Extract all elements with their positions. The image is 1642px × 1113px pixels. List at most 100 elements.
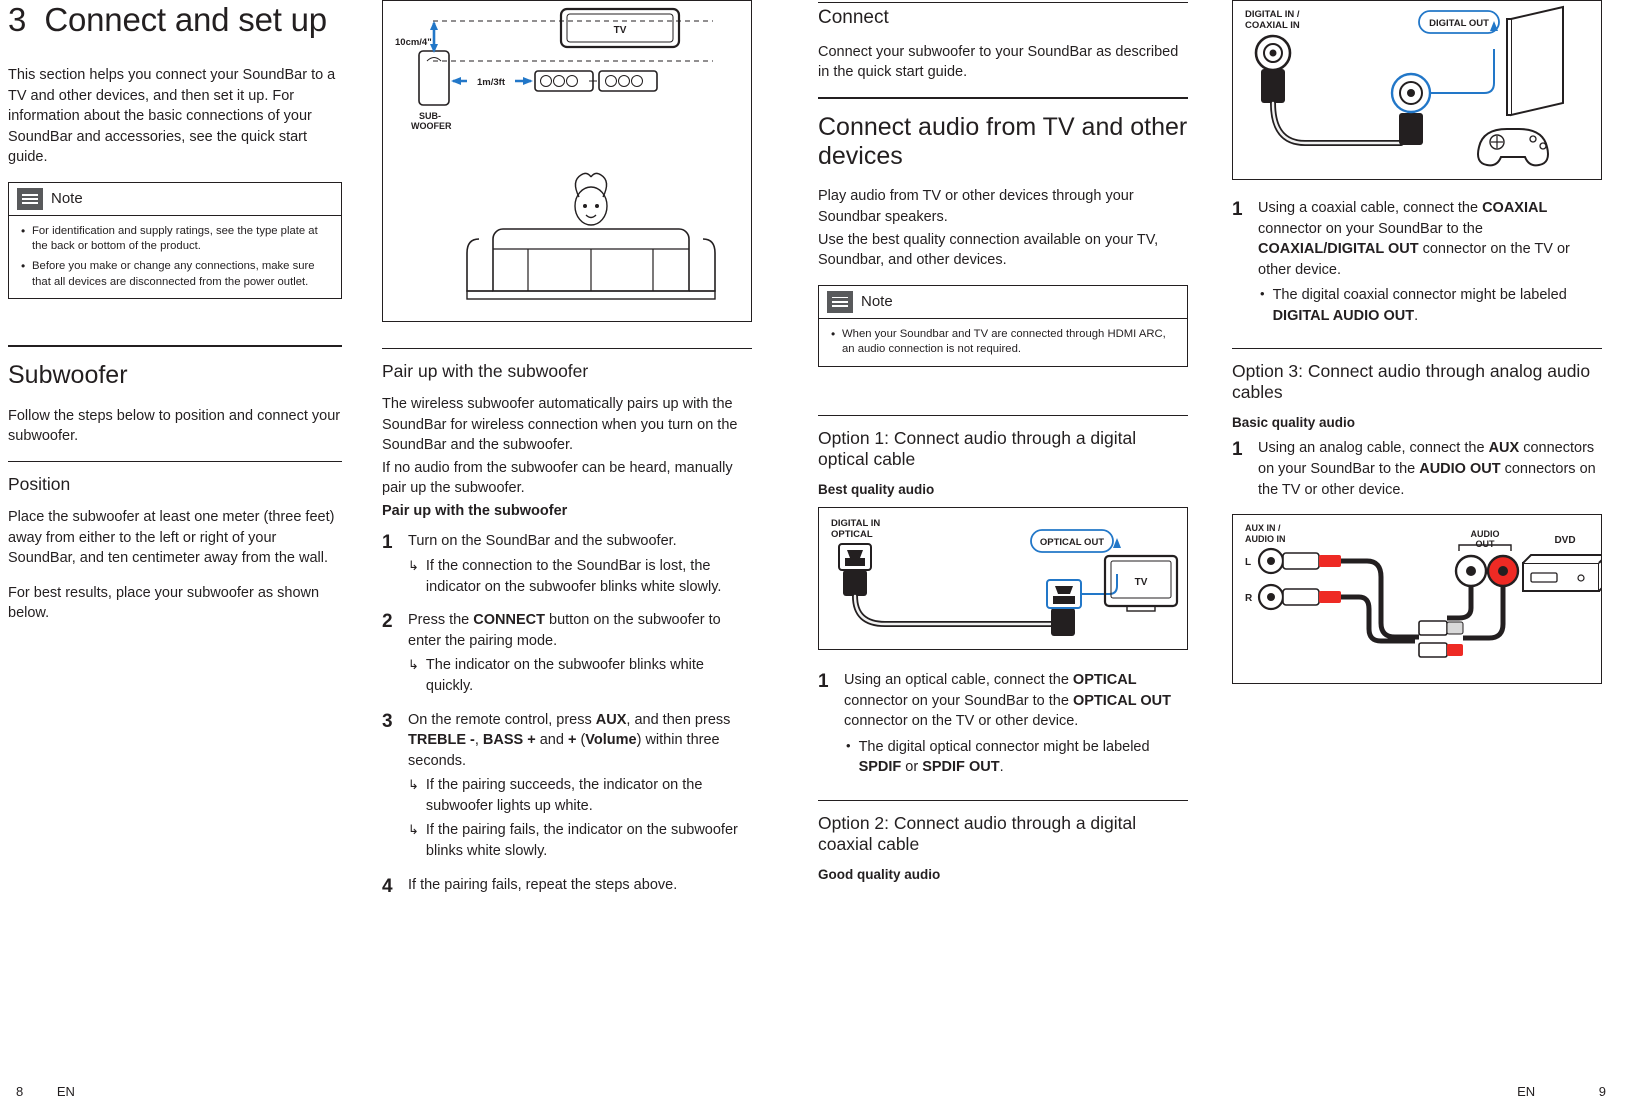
column-one: 3 Connect and set up This section helps … [8,0,382,1113]
step-number: 4 [382,875,393,897]
page-number: 8 [16,1084,24,1099]
step-number: 3 [382,710,393,732]
step-result-text: If the connection to the SoundBar is los… [425,558,722,595]
note-item: Before you make or change any connection… [19,258,331,290]
intro-paragraph: This section helps you connect your Soun… [8,66,336,166]
chapter-number: 3 [8,1,27,38]
note-title: Note [861,293,893,311]
svg-text:TV: TV [614,25,627,36]
note-item: For identification and supply ratings, s… [19,223,331,255]
step-text: Using a coaxial cable, connect the COAXI… [1258,200,1570,278]
figure-analog-connection: AUX IN / AUDIO IN L R AUDIO OUT DVD [1232,514,1602,685]
note-list: When your Soundbar and TV are connected … [829,326,1177,358]
column-three: Connect Connect your subwoofer to your S… [818,0,1228,1113]
pair-paragraph-2: If no audio from the subwoofer can be he… [382,459,733,497]
svg-text:OPTICAL: OPTICAL [831,529,873,540]
subsection-option-1: Option 1: Connect audio through a digita… [818,414,1188,470]
step-result: ↳ If the pairing succeeds, the indicator… [408,775,752,816]
step-text: Using an analog cable, connect the AUX c… [1258,440,1596,498]
step-number: 1 [1232,199,1243,220]
figure-subwoofer-placement: TV 10cm/4" 1m/3ft SUB- WOOFER [382,0,752,322]
step-text: On the remote control, press AUX, and th… [408,711,731,769]
option-1-quality: Best quality audio [818,481,935,497]
option-2-quality: Good quality audio [818,866,941,882]
note-box-identification: Note For identification and supply ratin… [8,181,342,300]
step-number: 2 [382,611,393,633]
step-text: Turn on the SoundBar and the subwoofer. [408,533,677,550]
step-number: 1 [1232,439,1243,461]
arrow-icon: ↳ [408,657,419,673]
note-title: Note [51,190,83,208]
step-note: • The digital coaxial connector might be… [1258,285,1602,326]
note-icon [827,290,853,313]
step-item: 2 Press the CONNECT button on the subwoo… [382,610,752,696]
svg-text:10cm/4": 10cm/4" [395,37,432,48]
svg-text:SUB-: SUB- [419,111,441,121]
subsection-pair-up: Pair up with the subwoofer [382,348,752,382]
subsection-option-3: Option 3: Connect audio through analog a… [1232,348,1602,403]
note-header: Note [819,285,1187,319]
subsection-option-2: Option 2: Connect audio through a digita… [818,799,1188,855]
language-code: EN [56,1084,75,1099]
svg-text:COAXIAL IN: COAXIAL IN [1245,20,1300,31]
svg-text:DIGITAL IN: DIGITAL IN [831,518,880,529]
step-note-text: The digital coaxial connector might be l… [1272,287,1567,324]
figure-coaxial-connection: DIGITAL IN / COAXIAL IN DIGITAL OUT [1232,0,1602,180]
figure-optical-connection: DIGITAL IN OPTICAL OPTICAL OUT TV [818,506,1188,650]
column-four: DIGITAL IN / COAXIAL IN DIGITAL OUT 1 Us… [1232,0,1642,1113]
step-result: ↳ If the connection to the SoundBar is l… [408,556,752,597]
step-item: 1 Using a coaxial cable, connect the COA… [1232,198,1602,326]
step-note: • The digital optical connector might be… [844,737,1188,778]
arrow-icon: ↳ [408,558,419,574]
svg-text:AUDIO: AUDIO [1471,529,1500,539]
note-item: When your Soundbar and TV are connected … [829,326,1177,358]
svg-text:1m/3ft: 1m/3ft [477,77,506,88]
arrow-icon: ↳ [408,822,419,838]
chapter-title: Connect and set up [44,1,327,38]
section-connect-audio: Connect audio from TV and other devices [818,96,1188,171]
svg-text:OUT: OUT [1476,539,1496,549]
step-result: ↳ The indicator on the subwoofer blinks … [408,655,752,696]
svg-text:DIGITAL IN /: DIGITAL IN / [1245,9,1300,20]
step-number: 1 [818,670,829,692]
pair-bold-heading: Pair up with the subwoofer [382,502,568,519]
svg-text:OPTICAL OUT: OPTICAL OUT [1040,537,1104,548]
step-item: 4 If the pairing fails, repeat the steps… [382,875,752,899]
subsection-position: Position [8,461,342,495]
chapter-heading: 3 Connect and set up [8,1,342,65]
section-connect: Connect [818,2,1188,30]
language-code: EN [1517,1084,1536,1099]
section-subwoofer: Subwoofer [8,345,342,390]
connect-audio-para-1: Play audio from TV or other devices thro… [818,188,1134,226]
connect-text: Connect your subwoofer to your SoundBar … [818,43,1179,81]
svg-text:AUDIO IN: AUDIO IN [1245,534,1286,544]
note-body: When your Soundbar and TV are connected … [819,319,1187,366]
step-item: 1 Turn on the SoundBar and the subwoofer… [382,531,752,597]
step-text: Press the CONNECT button on the subwoofe… [408,612,721,649]
note-icon [17,187,43,210]
step-item: 1 Using an analog cable, connect the AUX… [1232,438,1602,500]
position-text-2: For best results, place your subwoofer a… [8,584,320,622]
arrow-icon: ↳ [408,777,419,793]
note-box-hdmi-arc: Note When your Soundbar and TV are conne… [818,284,1188,367]
manual-spread: 3 Connect and set up This section helps … [0,0,1642,1113]
note-body: For identification and supply ratings, s… [9,216,341,298]
bullet-icon: • [1260,286,1265,302]
option-3-quality: Basic quality audio [1232,415,1356,431]
note-list: For identification and supply ratings, s… [19,223,331,290]
step-result-text: If the pairing succeeds, the indicator o… [425,777,703,814]
footer-left: 8 EN [16,1084,75,1099]
position-text-1: Place the subwoofer at least one meter (… [8,509,335,567]
subwoofer-intro: Follow the steps below to position and c… [8,407,341,445]
svg-text:AUX IN /: AUX IN / [1245,523,1281,533]
column-two: TV 10cm/4" 1m/3ft SUB- WOOFER Pair up wi… [382,0,792,1113]
step-item: 1 Using an optical cable, connect the OP… [818,670,1188,778]
step-text: If the pairing fails, repeat the steps a… [408,876,678,893]
step-result: ↳ If the pairing fails, the indicator on… [408,820,752,861]
footer-right: EN 9 [1517,1084,1606,1099]
bullet-icon: • [846,737,851,753]
step-item: 3 On the remote control, press AUX, and … [382,710,752,862]
connect-audio-para-2: Use the best quality connection availabl… [818,231,1159,269]
note-header: Note [9,182,341,216]
page-number: 9 [1598,1084,1606,1099]
